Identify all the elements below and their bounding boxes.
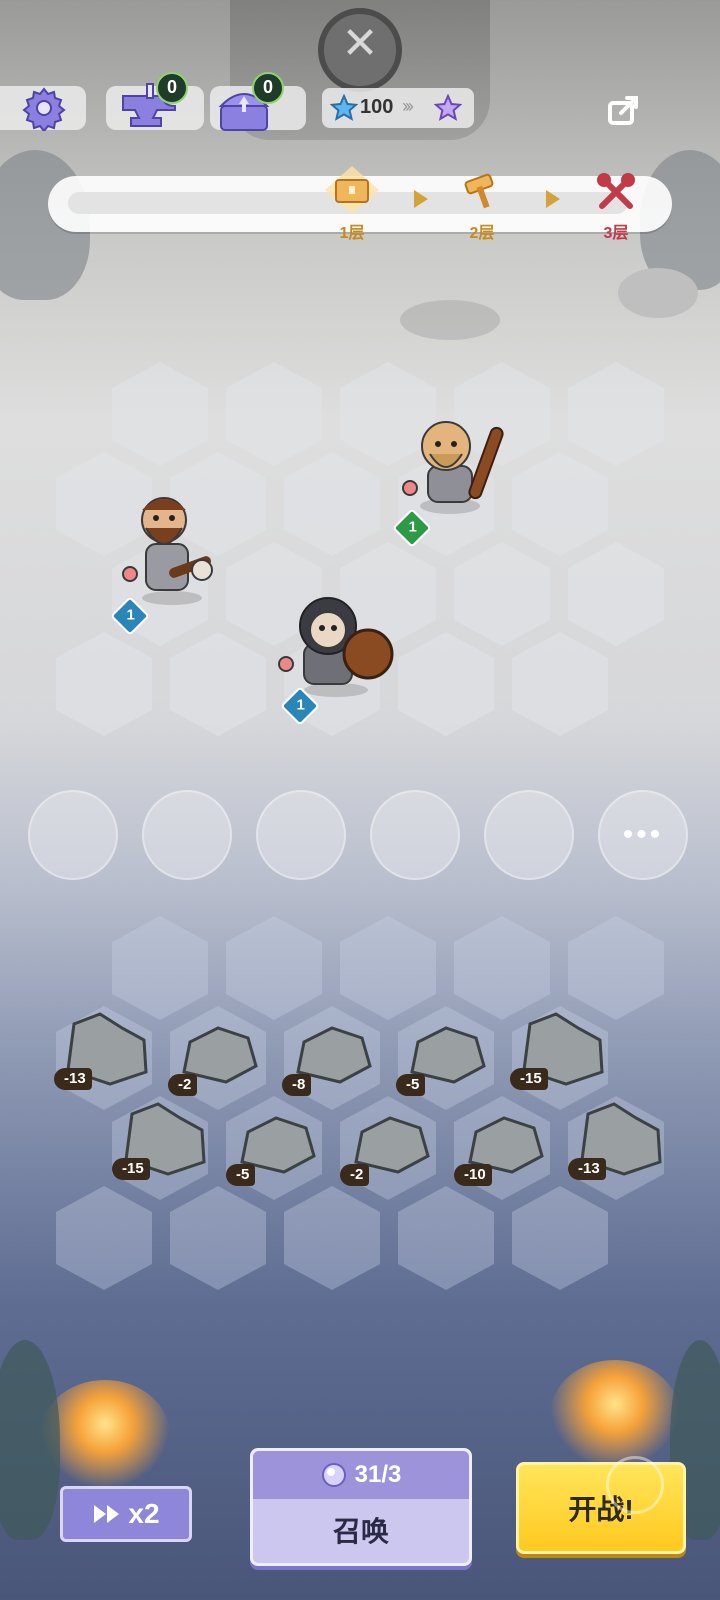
stage-2: 2层: [452, 170, 512, 243]
hex-cell[interactable]: [170, 632, 266, 736]
blue-star-icon: [329, 93, 359, 122]
rock-hp-label: -10: [454, 1164, 492, 1186]
hex-cell[interactable]: [112, 916, 208, 1020]
rock-obstacle[interactable]: -2: [340, 1106, 438, 1186]
tree-stump-with-axe: [618, 268, 698, 318]
stage-arrow: [414, 190, 428, 208]
hex-cell[interactable]: [56, 1186, 152, 1290]
rock-hp-label: -8: [282, 1074, 312, 1096]
ground-patch: [400, 300, 500, 340]
forge-count-badge: 0: [156, 72, 188, 104]
hex-cell[interactable]: [170, 1186, 266, 1290]
hex-cell[interactable]: [56, 632, 152, 736]
hex-cell[interactable]: [454, 542, 550, 646]
rock-obstacle[interactable]: -15: [112, 1100, 210, 1180]
rock-hp-label: -13: [568, 1158, 606, 1180]
chest-count-badge: 0: [252, 72, 284, 104]
bench-slot[interactable]: [256, 790, 346, 880]
orb-currency-icon: [321, 1463, 346, 1487]
stage-3: 3层: [586, 170, 646, 243]
rock-hp-label: -15: [510, 1068, 548, 1090]
bald-warrior-unit[interactable]: [400, 410, 510, 520]
rock-hp-label: -5: [396, 1074, 426, 1096]
rock-obstacle[interactable]: -5: [396, 1016, 494, 1096]
fast-forward-icon: [94, 1505, 120, 1523]
gate-x-emblem: ✕: [318, 8, 402, 92]
share-icon: [608, 96, 638, 125]
rock-obstacle[interactable]: -10: [454, 1106, 552, 1186]
speed-toggle-button[interactable]: x2: [60, 1486, 192, 1542]
rock-obstacle[interactable]: -8: [282, 1016, 380, 1096]
rock-obstacle[interactable]: -13: [54, 1010, 152, 1090]
hex-cell[interactable]: [512, 632, 608, 736]
hex-cell[interactable]: [284, 1186, 380, 1290]
hooded-shield-sprite: [278, 597, 394, 697]
rock-obstacle[interactable]: -13: [568, 1100, 666, 1180]
rock-obstacle[interactable]: -2: [168, 1016, 266, 1096]
stage-1-label: 1层: [339, 225, 365, 242]
chest-stage-icon: [325, 166, 379, 214]
hex-cell[interactable]: [226, 916, 322, 1020]
hex-cell[interactable]: [398, 1186, 494, 1290]
stage-1: 1层: [322, 166, 382, 243]
hex-cell[interactable]: [454, 916, 550, 1020]
hex-cell[interactable]: [398, 632, 494, 736]
hex-cell[interactable]: [568, 542, 664, 646]
rock-hp-label: -5: [226, 1164, 256, 1186]
share-button[interactable]: [604, 90, 644, 130]
bearded-warrior-sprite: [122, 497, 213, 605]
rock-hp-label: -2: [168, 1074, 198, 1096]
hex-cell[interactable]: [226, 362, 322, 466]
rock-obstacle[interactable]: -15: [510, 1010, 608, 1090]
bench-slot[interactable]: [370, 790, 460, 880]
crossed-axes-icon: [597, 173, 635, 209]
summon-cost: 31/3: [253, 1451, 469, 1499]
bearded-warrior-unit[interactable]: [118, 488, 228, 608]
hex-cell[interactable]: [112, 362, 208, 466]
hex-cell[interactable]: [568, 916, 664, 1020]
hex-cell[interactable]: [512, 452, 608, 556]
chevrons-icon: ›››: [402, 96, 414, 116]
summon-button[interactable]: 31/3 召唤: [250, 1448, 472, 1566]
stage-3-label: 3层: [603, 225, 629, 242]
hex-cell[interactable]: [340, 916, 436, 1020]
rock-hp-label: -15: [112, 1158, 150, 1180]
star-count: 100: [360, 96, 394, 118]
stage-2-label: 2层: [469, 225, 495, 242]
right-brazier-fire: [550, 1360, 680, 1470]
rock-hp-label: -2: [340, 1164, 370, 1186]
summon-label: 召唤: [332, 1516, 389, 1547]
speed-label: x2: [128, 1498, 160, 1529]
stage-arrow: [546, 190, 560, 208]
hex-cell[interactable]: [284, 452, 380, 556]
gear-icon: [22, 87, 66, 131]
hex-cell[interactable]: [512, 1186, 608, 1290]
snowy-pine-tree: [0, 1340, 60, 1540]
bench-slot[interactable]: [142, 790, 232, 880]
rock-obstacle[interactable]: -5: [226, 1106, 324, 1186]
bench-more-button[interactable]: •••: [598, 790, 688, 880]
bald-warrior-sprite: [402, 421, 504, 514]
more-dots-icon: •••: [622, 818, 664, 851]
tap-hint-ring-icon: [606, 1456, 664, 1514]
summon-cost-value: 31/3: [354, 1461, 402, 1488]
hex-cell[interactable]: [568, 362, 664, 466]
settings-button[interactable]: [18, 82, 70, 134]
bench-slot[interactable]: [484, 790, 574, 880]
hammer-stage-icon: [464, 173, 494, 209]
hooded-shield-unit[interactable]: [276, 590, 400, 700]
bench-slot[interactable]: [28, 790, 118, 880]
rock-hp-label: -13: [54, 1068, 92, 1090]
purple-star-icon: [433, 93, 463, 122]
